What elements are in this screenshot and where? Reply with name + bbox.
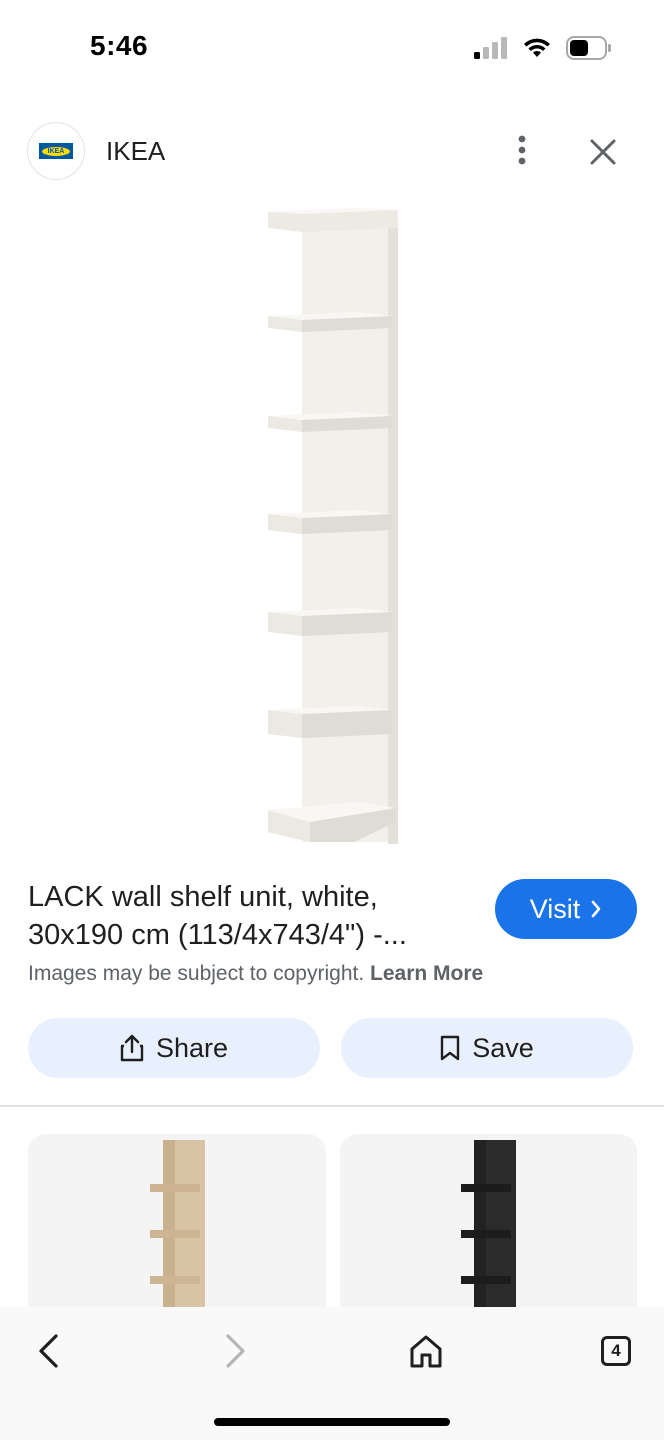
visit-button[interactable]: Visit — [495, 879, 637, 939]
related-image-card[interactable] — [340, 1134, 637, 1334]
site-name: IKEA — [106, 136, 166, 166]
home-indicator — [214, 1418, 450, 1426]
visit-label: Visit — [529, 893, 581, 924]
learn-more-link[interactable]: Learn More — [370, 962, 483, 985]
status-time: 5:46 — [90, 30, 149, 61]
tab-count: 4 — [611, 1341, 621, 1360]
related-image-thumbnail — [150, 1140, 205, 1330]
page: 5:46 IKEA IKEA LACK wall shelf unit, whi… — [0, 0, 664, 1440]
related-image-card[interactable] — [28, 1134, 326, 1334]
site-logo[interactable]: IKEA — [27, 122, 85, 180]
shelf — [268, 510, 392, 534]
ikea-logo-text: IKEA — [42, 146, 70, 156]
bookmark-icon — [441, 1035, 460, 1061]
divider — [0, 1105, 664, 1107]
close-icon — [590, 139, 616, 165]
home-button[interactable] — [398, 1323, 454, 1379]
shelf — [268, 706, 392, 738]
related-image-thumbnail — [461, 1140, 516, 1330]
share-button[interactable]: Share — [28, 1018, 320, 1078]
copyright-text: Images may be subject to copyright. — [28, 962, 365, 985]
chevron-left-icon — [39, 1334, 58, 1368]
status-bar: 5:46 — [0, 0, 664, 100]
back-button[interactable] — [20, 1323, 76, 1379]
product-title[interactable]: LACK wall shelf unit, white, 30x190 cm (… — [28, 878, 478, 954]
header: IKEA IKEA — [0, 120, 664, 182]
close-button[interactable] — [583, 132, 623, 172]
forward-button[interactable] — [208, 1323, 264, 1379]
tabs-button[interactable]: 4 — [588, 1323, 644, 1379]
battery-icon — [566, 36, 611, 60]
tab-count-icon: 4 — [601, 1336, 631, 1366]
wifi-icon — [524, 38, 550, 57]
share-label: Share — [155, 1032, 229, 1063]
chevron-right-icon — [591, 900, 601, 918]
product-image[interactable] — [0, 198, 664, 858]
ikea-logo-icon: IKEA — [39, 143, 73, 159]
signal-icon — [474, 37, 507, 59]
save-label: Save — [472, 1032, 534, 1063]
home-icon — [410, 1335, 442, 1368]
more-options-button[interactable] — [505, 132, 539, 168]
save-button[interactable]: Save — [341, 1018, 633, 1078]
status-icons — [474, 36, 612, 60]
share-icon — [120, 1034, 144, 1062]
product-title-area: LACK wall shelf unit, white, 30x190 cm (… — [28, 878, 478, 954]
more-vert-icon — [518, 135, 526, 165]
chevron-right-icon — [226, 1334, 245, 1368]
shelf — [268, 608, 392, 636]
copyright-notice: Images may be subject to copyright. Lear… — [28, 962, 483, 986]
